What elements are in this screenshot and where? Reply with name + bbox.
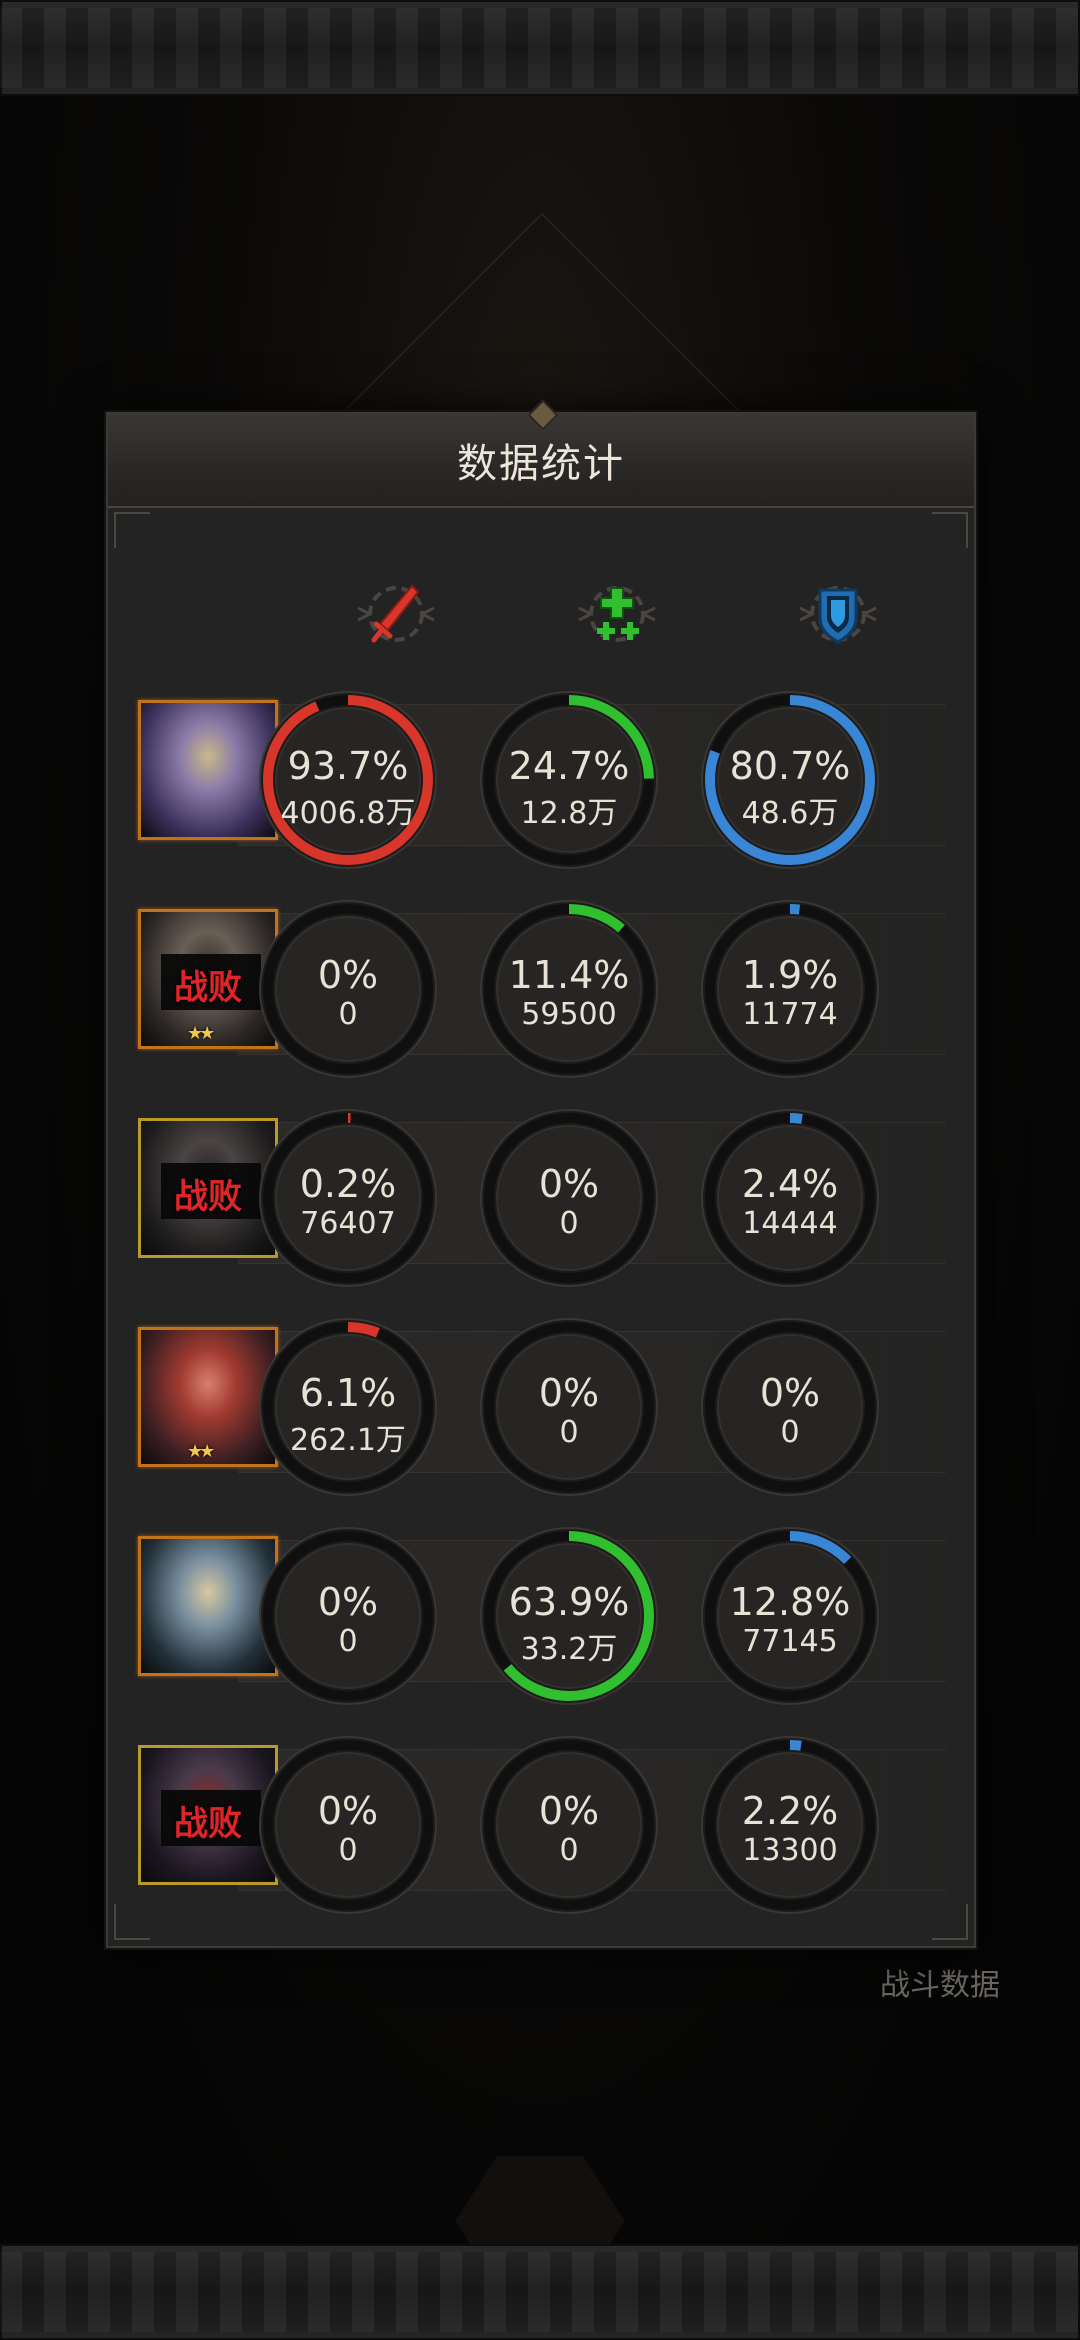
battle-data-label[interactable]: 战斗数据 <box>880 1960 1000 2004</box>
damage-gauge: 0% 0 <box>258 1735 438 1915</box>
hero-portrait-art <box>141 703 275 837</box>
hero-stats-row: 战败 0% 0 0% 0 2.2% 13300 <box>128 1736 954 1935</box>
defense-value: 0 <box>780 1415 800 1450</box>
defense-percent: 2.4% <box>741 1162 839 1206</box>
hero-stats-row: 战败 0.2% 76407 0% 0 2.4% 14444 <box>128 1109 954 1308</box>
defense-percent: 12.8% <box>729 1580 851 1624</box>
heal-percent: 0% <box>538 1162 600 1206</box>
hero-stats-row: ★★ 6.1% 262.1万 0% 0 0% 0 <box>128 1318 954 1517</box>
hero-portrait[interactable] <box>138 1536 278 1676</box>
defeated-label: 战败 <box>174 1177 242 1217</box>
defense-percent: 0% <box>759 1371 821 1415</box>
corner-ornament <box>114 512 150 548</box>
damage-gauge: 0% 0 <box>258 899 438 1079</box>
defense-gauge: 2.4% 14444 <box>700 1108 880 1288</box>
hero-portrait[interactable] <box>138 700 278 840</box>
damage-percent: 0% <box>317 953 379 997</box>
damage-percent: 0% <box>317 1789 379 1833</box>
damage-gauge: 0% 0 <box>258 1526 438 1706</box>
heal-gauge: 11.4% 59500 <box>479 899 659 1079</box>
damage-value: 76407 <box>300 1206 396 1241</box>
defense-gauge: 80.7% 48.6万 <box>700 690 880 870</box>
damage-value: 0 <box>338 997 358 1032</box>
defense-value: 14444 <box>742 1206 838 1241</box>
heal-percent: 11.4% <box>508 953 630 997</box>
star-rank: ★★ <box>187 1023 215 1044</box>
heal-gauge: 24.7% 12.8万 <box>479 690 659 870</box>
hero-stats-row: 战败 ★★ 0% 0 11.4% 59500 1.9% 11774 <box>128 900 954 1099</box>
defense-percent: 2.2% <box>741 1789 839 1833</box>
heal-gauge: 63.9% 33.2万 <box>479 1526 659 1706</box>
heal-value: 0 <box>559 1206 579 1241</box>
damage-gauge: 0.2% 76407 <box>258 1108 438 1288</box>
top-frame-bar <box>0 0 1080 96</box>
damage-gauge: 93.7% 4006.8万 <box>258 690 438 870</box>
damage-value: 4006.8万 <box>280 796 416 831</box>
heal-value: 12.8万 <box>520 796 618 831</box>
dialog-title: 数据统计 <box>457 441 625 487</box>
sword-icon <box>350 574 442 654</box>
heal-percent: 0% <box>538 1371 600 1415</box>
defeated-label: 战败 <box>174 1804 242 1844</box>
hero-portrait[interactable]: 战败 ★★ <box>138 909 278 1049</box>
hero-stats-row: 0% 0 63.9% 33.2万 12.8% 77145 <box>128 1527 954 1726</box>
corner-ornament <box>932 512 968 548</box>
hero-stats-row: 93.7% 4006.8万 24.7% 12.8万 80.7% 48.6万 <box>128 691 954 890</box>
defense-value: 13300 <box>742 1833 838 1868</box>
heal-value: 59500 <box>521 997 617 1032</box>
defeated-label: 战败 <box>174 968 242 1008</box>
heal-value: 33.2万 <box>520 1632 618 1667</box>
heal-gauge: 0% 0 <box>479 1108 659 1288</box>
defense-gauge: 0% 0 <box>700 1317 880 1497</box>
defense-value: 48.6万 <box>741 796 839 831</box>
heal-percent: 0% <box>538 1789 600 1833</box>
damage-percent: 6.1% <box>299 1371 397 1415</box>
heal-cross-icon <box>571 574 663 654</box>
defense-percent: 1.9% <box>741 953 839 997</box>
hero-portrait[interactable]: ★★ <box>138 1327 278 1467</box>
defense-percent: 80.7% <box>729 744 851 788</box>
damage-value: 0 <box>338 1624 358 1659</box>
damage-gauge: 6.1% 262.1万 <box>258 1317 438 1497</box>
defense-value: 11774 <box>742 997 838 1032</box>
heal-percent: 24.7% <box>508 744 630 788</box>
hero-portrait[interactable]: 战败 <box>138 1118 278 1258</box>
defense-gauge: 1.9% 11774 <box>700 899 880 1079</box>
damage-value: 262.1万 <box>290 1423 406 1458</box>
heal-value: 0 <box>559 1833 579 1868</box>
defense-gauge: 12.8% 77145 <box>700 1526 880 1706</box>
hero-portrait-art <box>141 1539 275 1673</box>
bottom-frame-bar <box>0 2244 1080 2340</box>
damage-percent: 93.7% <box>287 744 409 788</box>
star-rank: ★★ <box>187 1441 215 1462</box>
defense-value: 77145 <box>742 1624 838 1659</box>
heal-gauge: 0% 0 <box>479 1735 659 1915</box>
damage-percent: 0% <box>317 1580 379 1624</box>
damage-value: 0 <box>338 1833 358 1868</box>
heal-percent: 63.9% <box>508 1580 630 1624</box>
heal-value: 0 <box>559 1415 579 1450</box>
defense-gauge: 2.2% 13300 <box>700 1735 880 1915</box>
hero-portrait[interactable]: 战败 <box>138 1745 278 1885</box>
heal-gauge: 0% 0 <box>479 1317 659 1497</box>
shield-icon <box>792 574 884 654</box>
dialog-header: 数据统计 <box>108 399 974 508</box>
damage-percent: 0.2% <box>299 1162 397 1206</box>
stats-dialog: 数据统计 93.7% 4006.8万 24.7% 12.8万 80.7% 48.… <box>106 399 976 1948</box>
